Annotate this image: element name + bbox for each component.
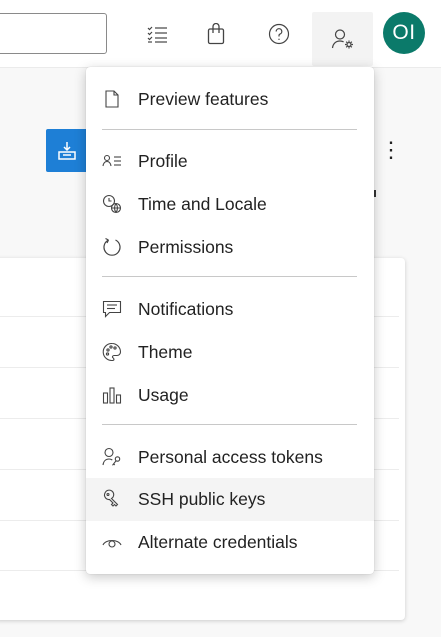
document-icon xyxy=(102,89,122,109)
menu-item-label: SSH public keys xyxy=(138,489,266,509)
download-icon xyxy=(58,141,76,160)
user-settings-menu: Preview features Profile Time and Locale… xyxy=(86,67,374,574)
menu-item-label: Alternate credentials xyxy=(138,532,298,552)
menu-divider xyxy=(102,129,357,130)
help-icon[interactable] xyxy=(262,16,296,52)
menu-item-profile[interactable]: Profile xyxy=(86,140,374,183)
user-settings-icon[interactable] xyxy=(312,12,373,66)
avatar[interactable]: OI xyxy=(383,12,425,54)
menu-divider xyxy=(102,424,357,425)
menu-item-personal-access-tokens[interactable]: Personal access tokens xyxy=(86,436,374,479)
menu-item-label: Profile xyxy=(138,151,188,171)
chat-icon xyxy=(102,299,122,319)
menu-item-label: Preview features xyxy=(138,89,269,109)
menu-item-usage[interactable]: Usage xyxy=(86,374,374,417)
menu-item-notifications[interactable]: Notifications xyxy=(86,288,374,331)
palette-icon xyxy=(102,342,122,362)
time-globe-icon xyxy=(102,194,122,214)
menu-item-preview-features[interactable]: Preview features xyxy=(86,78,374,121)
menu-item-alternate-credentials[interactable]: Alternate credentials xyxy=(86,521,374,564)
shopping-bag-icon[interactable] xyxy=(199,16,233,52)
menu-item-theme[interactable]: Theme xyxy=(86,331,374,374)
menu-item-time-and-locale[interactable]: Time and Locale xyxy=(86,183,374,226)
menu-item-label: Permissions xyxy=(138,237,234,257)
menu-item-label: Personal access tokens xyxy=(138,447,323,467)
checklist-icon[interactable] xyxy=(140,16,174,52)
search-input[interactable] xyxy=(0,13,107,54)
menu-item-permissions[interactable]: Permissions xyxy=(86,226,374,269)
download-button[interactable] xyxy=(46,129,88,172)
menu-item-label: Notifications xyxy=(138,299,234,319)
contact-card-icon xyxy=(102,151,122,171)
circular-arrow-icon xyxy=(102,237,122,257)
user-key-icon xyxy=(102,447,122,467)
bar-chart-icon xyxy=(102,385,122,405)
more-options-icon[interactable]: ⋮ xyxy=(380,139,402,161)
avatar-initials: OI xyxy=(392,21,416,44)
top-bar: OI xyxy=(0,0,441,68)
menu-item-ssh-public-keys[interactable]: SSH public keys xyxy=(86,478,374,521)
eye-icon xyxy=(102,532,122,552)
menu-item-label: Theme xyxy=(138,342,193,362)
key-icon xyxy=(102,489,122,509)
menu-divider xyxy=(102,276,357,277)
background-mark xyxy=(374,190,376,197)
menu-item-label: Usage xyxy=(138,385,189,405)
menu-item-label: Time and Locale xyxy=(138,194,267,214)
